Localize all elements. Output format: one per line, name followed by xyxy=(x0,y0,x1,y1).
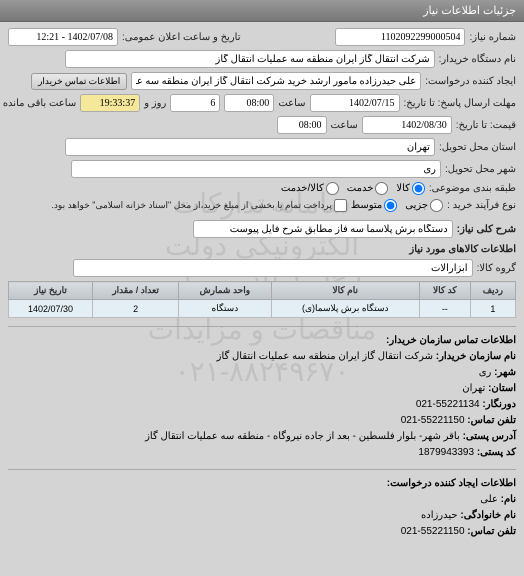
contact-buyer-button[interactable]: اطلاعات تماس خریدار xyxy=(31,73,127,90)
radio-partial-label: جزیی xyxy=(405,200,428,211)
req-name-value: علی xyxy=(480,494,498,505)
org-value: شرکت انتقال گاز ایران منطقه سه عملیات ان… xyxy=(217,351,433,362)
contact-requester-title: اطلاعات ایجاد کننده درخواست: xyxy=(8,476,516,492)
goods-table: ردیف کد کالا نام کالا واحد شمارش تعداد /… xyxy=(8,281,516,318)
td-name: دستگاه برش پلاسما(ی) xyxy=(271,300,419,318)
deadline-date-input[interactable] xyxy=(310,94,400,112)
goods-group-input[interactable] xyxy=(73,259,473,277)
city-input[interactable] xyxy=(71,160,441,178)
buyer-phone-value: 55221150-021 xyxy=(401,415,465,426)
need-number-label: شماره نیاز: xyxy=(469,32,516,43)
th-code: کد کالا xyxy=(419,282,470,300)
radio-medium-label: متوسط xyxy=(351,200,382,211)
zip-label: کد پستی: xyxy=(477,447,516,458)
contact-buyer-section: اطلاعات تماس سازمان خریدار: نام سازمان خ… xyxy=(8,326,516,461)
announce-label: تاریخ و ساعت اعلان عمومی: xyxy=(122,32,241,43)
buyer-province-label: استان: xyxy=(488,383,516,394)
td-unit: دستگاه xyxy=(179,300,271,318)
radio-goods-service[interactable] xyxy=(326,182,339,195)
postal-label: آدرس پستی: xyxy=(463,431,516,442)
requester-input[interactable] xyxy=(131,72,421,90)
days-count-input[interactable] xyxy=(170,94,220,112)
radio-goods-service-label: کالا/خدمت xyxy=(281,183,324,194)
price-time-input[interactable] xyxy=(277,116,327,134)
announce-input[interactable] xyxy=(8,28,118,46)
req-family-value: حیدرزاده xyxy=(421,510,458,521)
price-label: قیمت: تا تاریخ: xyxy=(456,120,516,131)
zip-value: 1879943393 xyxy=(418,447,474,458)
buyer-province-value: تهران xyxy=(462,383,485,394)
process-radio-group: جزیی متوسط xyxy=(351,199,443,212)
window-header: جزئیات اطلاعات نیاز xyxy=(0,0,524,22)
category-radio-group: کالا خدمت کالا/خدمت xyxy=(281,182,425,195)
postal-value: باقر شهر- بلوار فلسطین - بعد از جاده نیر… xyxy=(145,431,460,442)
table-header-row: ردیف کد کالا نام کالا واحد شمارش تعداد /… xyxy=(9,282,516,300)
need-title-label: شرح کلی نیاز: xyxy=(457,224,516,235)
city-label: شهر محل تحویل: xyxy=(445,164,516,175)
radio-medium[interactable] xyxy=(384,199,397,212)
requester-label: ایجاد کننده درخواست: xyxy=(425,76,516,87)
goods-group-label: گروه کالا: xyxy=(477,263,516,274)
radio-service[interactable] xyxy=(375,182,388,195)
req-family-label: نام خانوادگی: xyxy=(460,510,516,521)
remaining-time-input[interactable] xyxy=(80,94,140,112)
fax-label: دورنگار: xyxy=(482,399,516,410)
header-title: جزئیات اطلاعات نیاز xyxy=(423,5,516,17)
process-note: پرداخت تمام یا بخشی از مبلغ خرید،از محل … xyxy=(51,200,331,211)
th-date: تاریخ نیاز xyxy=(9,282,93,300)
td-code: -- xyxy=(419,300,470,318)
price-date-input[interactable] xyxy=(362,116,452,134)
deadline-label: مهلت ارسال پاسخ: تا تاریخ: xyxy=(404,98,516,109)
category-label: طبقه بندی موضوعی: xyxy=(429,183,516,194)
th-index: ردیف xyxy=(470,282,515,300)
radio-partial[interactable] xyxy=(430,199,443,212)
province-input[interactable] xyxy=(65,138,435,156)
buyer-device-label: نام دستگاه خریدار: xyxy=(439,54,516,65)
need-number-input[interactable] xyxy=(335,28,465,46)
days-label: روز و xyxy=(144,98,166,109)
remaining-label: ساعت باقی مانده xyxy=(3,98,76,109)
td-date: 1402/07/30 xyxy=(9,300,93,318)
radio-goods-label: کالا xyxy=(396,183,410,194)
td-qty: 2 xyxy=(92,300,178,318)
td-index: 1 xyxy=(470,300,515,318)
buyer-city-label: شهر: xyxy=(494,367,516,378)
th-name: نام کالا xyxy=(271,282,419,300)
th-qty: تعداد / مقدار xyxy=(92,282,178,300)
contact-requester-section: اطلاعات ایجاد کننده درخواست: نام: علی نا… xyxy=(8,469,516,540)
price-time-label: ساعت xyxy=(331,120,358,131)
process-label: نوع فرآیند خرید : xyxy=(447,200,516,211)
buyer-device-input[interactable] xyxy=(65,50,435,68)
province-label: استان محل تحویل: xyxy=(439,142,516,153)
th-unit: واحد شمارش xyxy=(179,282,271,300)
radio-service-label: خدمت xyxy=(347,183,374,194)
contact-buyer-title: اطلاعات تماس سازمان خریدار: xyxy=(8,333,516,349)
goods-info-title: اطلاعات کالاهای مورد نیاز xyxy=(8,244,516,255)
need-title-input[interactable] xyxy=(193,220,453,238)
org-label: نام سازمان خریدار: xyxy=(436,351,516,362)
req-phone-value: 55221150-021 xyxy=(401,526,465,537)
buyer-phone-label: تلفن تماس: xyxy=(467,415,516,426)
fax-value: 55221134-021 xyxy=(416,399,480,410)
treasury-checkbox[interactable] xyxy=(334,199,347,212)
table-row[interactable]: 1 -- دستگاه برش پلاسما(ی) دستگاه 2 1402/… xyxy=(9,300,516,318)
deadline-time-label: ساعت xyxy=(278,98,305,109)
req-phone-label: تلفن تماس: xyxy=(467,526,516,537)
req-name-label: نام: xyxy=(501,494,516,505)
radio-goods[interactable] xyxy=(412,182,425,195)
buyer-city-value: ری xyxy=(479,367,492,378)
deadline-time-input[interactable] xyxy=(224,94,274,112)
